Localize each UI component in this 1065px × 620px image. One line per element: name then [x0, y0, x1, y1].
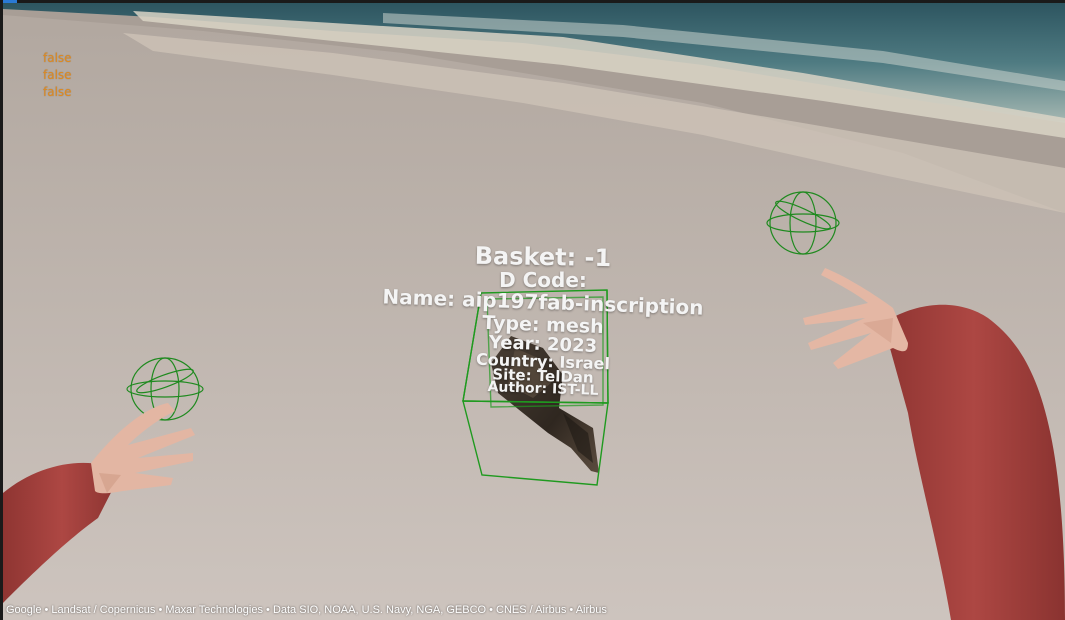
map-attribution: Google • Landsat / Copernicus • Maxar Te…	[6, 604, 607, 616]
debug-output: false false false	[43, 50, 72, 101]
vr-viewport[interactable]: false false false Basket: -1 D Code: Nam…	[3, 3, 1065, 620]
debug-flag-2: false	[43, 68, 72, 82]
debug-flag-1: false	[43, 51, 72, 65]
debug-flag-3: false	[43, 85, 72, 99]
artifact-info-panel: Basket: -1 D Code: Name: aip197fab-inscr…	[333, 242, 753, 399]
